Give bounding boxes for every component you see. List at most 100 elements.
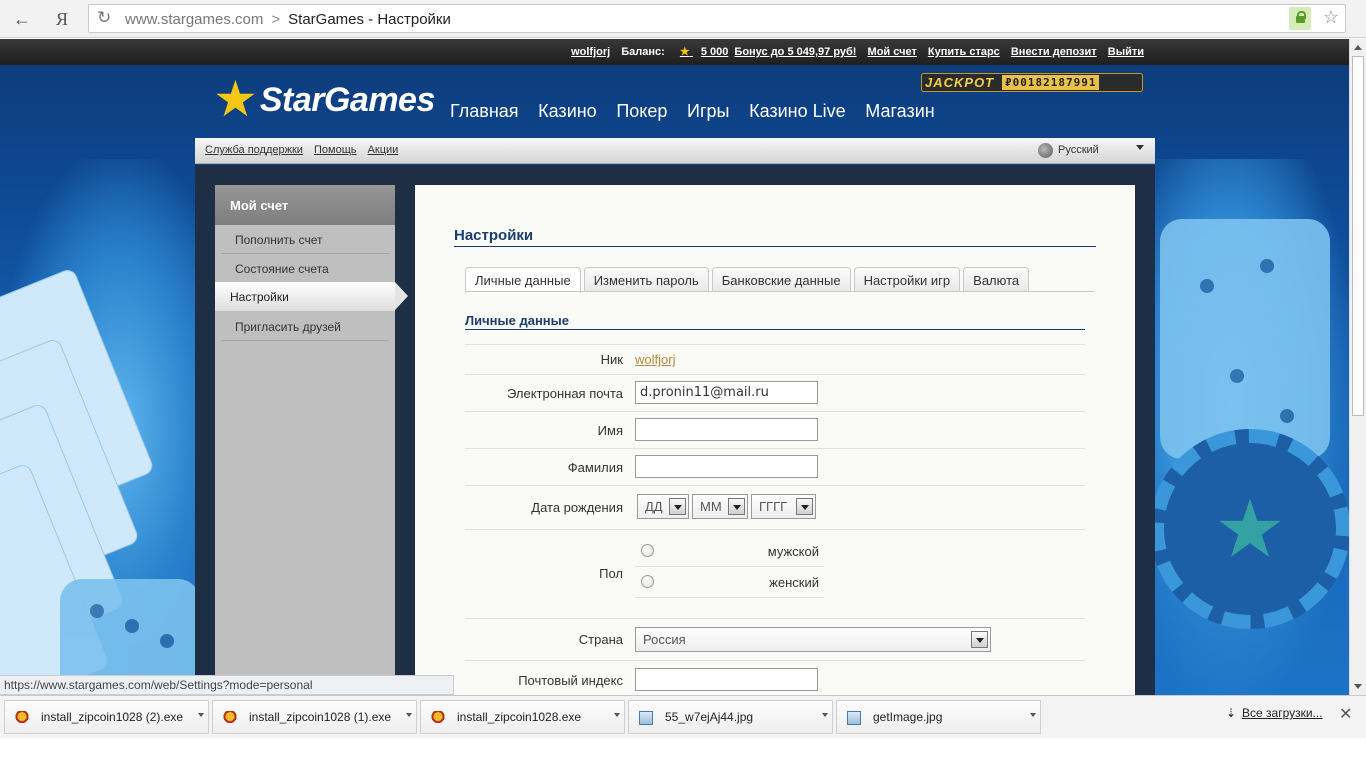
postal-code-field[interactable] — [635, 668, 818, 691]
logout-link[interactable]: Выйти — [1108, 46, 1144, 58]
bonus-link[interactable]: Бонус до 5 049,97 руб! — [734, 46, 856, 58]
stargames-logo[interactable]: ★StarGames — [213, 74, 435, 125]
main-nav: Главная Казино Покер Игры Казино Live Ма… — [450, 101, 951, 122]
buy-stars-link[interactable]: Купить старс — [928, 46, 1000, 58]
sidebar-item-settings[interactable]: Настройки — [215, 282, 408, 311]
country-select[interactable]: Россия — [635, 627, 991, 652]
site-viewport: A♠ A♣ A♥ A♦ ★ wolfjorj Баланс: ★ 5 000 Б… — [0, 39, 1349, 695]
chevron-down-icon[interactable] — [822, 713, 828, 717]
form-row-last-name: Фамилия — [465, 448, 1085, 485]
tab-personal-data[interactable]: Личные данные — [465, 267, 581, 293]
status-bar-url: https://www.stargames.com/web/Settings?m… — [0, 675, 454, 695]
sidebar-item-deposit[interactable]: Пополнить счет — [221, 225, 389, 254]
tabs-divider — [465, 291, 1095, 292]
balance-value[interactable]: ★ 5 000 — [672, 46, 728, 58]
chevron-down-icon[interactable] — [614, 713, 620, 717]
tab-bank-data[interactable]: Банковские данные — [711, 267, 851, 292]
scroll-down-icon[interactable] — [1354, 684, 1362, 689]
scroll-thumb[interactable] — [1352, 56, 1364, 416]
page-scrollbar[interactable] — [1349, 39, 1366, 695]
nav-casino-live[interactable]: Казино Live — [749, 101, 846, 121]
address-bar[interactable]: ↻ www.stargames.com > StarGames - Настройк… — [88, 4, 1346, 33]
scroll-up-icon[interactable] — [1354, 45, 1362, 50]
form-row-email: Электронная почта — [465, 374, 1085, 411]
jackpot-banner[interactable]: JACKPOT ₽00182187991 — [921, 73, 1143, 92]
form-row-gender: Пол мужской женский — [465, 529, 1085, 618]
downloads-bar: install_zipcoin1028 (2).exe install_zipc… — [0, 695, 1366, 738]
postal-code-label: Почтовый индекс — [518, 673, 623, 688]
promotions-link[interactable]: Акции — [368, 144, 399, 156]
tab-currency[interactable]: Валюта — [963, 267, 1030, 292]
stars-icon: ★ — [679, 46, 690, 58]
installer-icon — [223, 711, 237, 725]
nick-label: Ник — [600, 352, 623, 367]
download-item[interactable]: install_zipcoin1028.exe — [420, 700, 625, 734]
settings-panel: Настройки Личные данные Изменить пароль Ба… — [415, 185, 1135, 695]
all-downloads-link[interactable]: ⇣ Все загрузки... — [1226, 706, 1323, 720]
chevron-down-icon[interactable] — [198, 713, 204, 717]
country-label: Страна — [578, 632, 623, 647]
download-arrow-icon: ⇣ — [1226, 706, 1237, 720]
first-name-field[interactable] — [635, 418, 818, 441]
chevron-down-icon[interactable] — [1030, 713, 1036, 717]
last-name-field[interactable] — [635, 455, 818, 478]
sidebar-item-account-status[interactable]: Состояние счета — [221, 254, 389, 283]
nav-games[interactable]: Игры — [687, 101, 729, 121]
birthdate-label: Дата рождения — [531, 500, 623, 515]
radio-female[interactable] — [641, 575, 654, 588]
download-item[interactable]: install_zipcoin1028 (1).exe — [212, 700, 417, 734]
nick-value[interactable]: wolfjorj — [635, 352, 675, 367]
lock-icon[interactable] — [1289, 7, 1311, 30]
sub-bar: Служба поддержки Помощь Акции — [195, 138, 1155, 164]
sidebar-title: Мой счет — [215, 185, 395, 225]
globe-icon — [1038, 143, 1053, 158]
back-icon[interactable]: ← — [10, 7, 34, 31]
form-row-postal-code: Почтовый индекс — [465, 660, 1085, 695]
nav-shop[interactable]: Магазин — [865, 101, 934, 121]
birth-day-select[interactable]: ДД — [637, 494, 689, 519]
dice-art — [1160, 219, 1330, 459]
chevron-down-icon — [728, 498, 745, 515]
first-name-label: Имя — [597, 423, 623, 438]
form-row-first-name: Имя — [465, 411, 1085, 448]
image-file-icon — [847, 711, 861, 725]
poker-chip-art: ★ — [1150, 429, 1349, 629]
email-label: Электронная почта — [506, 386, 623, 401]
birth-month-select[interactable]: ММ — [692, 494, 748, 519]
nav-poker[interactable]: Покер — [616, 101, 667, 121]
browser-toolbar: ← Я ↻ www.stargames.com > StarGames - Наст… — [0, 0, 1366, 38]
form-row-country: Страна Россия — [465, 618, 1085, 660]
yandex-icon[interactable]: Я — [50, 7, 74, 31]
username-link[interactable]: wolfjorj — [571, 46, 610, 58]
bookmark-star-icon[interactable]: ☆ — [1323, 7, 1339, 28]
tab-change-password[interactable]: Изменить пароль — [583, 267, 709, 292]
birth-year-select[interactable]: ГГГГ — [751, 494, 816, 519]
language-selector[interactable]: Русский — [1038, 142, 1150, 160]
nav-casino[interactable]: Казино — [538, 101, 597, 121]
reload-icon[interactable]: ↻ — [97, 8, 111, 28]
account-bar: wolfjorj Баланс: ★ 5 000 Бонус до 5 049,… — [0, 39, 1349, 65]
chevron-down-icon[interactable] — [406, 713, 412, 717]
radio-male[interactable] — [641, 544, 654, 557]
my-account-link[interactable]: Мой счет — [868, 46, 917, 58]
download-item[interactable]: install_zipcoin1028 (2).exe — [4, 700, 209, 734]
last-name-label: Фамилия — [567, 460, 623, 475]
email-field[interactable] — [635, 381, 818, 404]
tab-game-settings[interactable]: Настройки игр — [853, 267, 961, 292]
help-link[interactable]: Помощь — [314, 144, 357, 156]
sidebar-item-invite-friends[interactable]: Пригласить друзей — [221, 312, 389, 341]
close-icon[interactable]: ✕ — [1339, 704, 1352, 724]
jackpot-counter: ₽00182187991 — [1002, 75, 1100, 90]
star-logo-icon: ★ — [213, 71, 258, 127]
download-item[interactable]: 55_w7ejAj44.jpg — [628, 700, 833, 734]
account-sidebar: Мой счет Пополнить счет Состояние счета … — [215, 185, 408, 695]
bottom-strip — [0, 738, 1366, 768]
image-file-icon — [639, 711, 653, 725]
deposit-link[interactable]: Внести депозит — [1011, 46, 1097, 58]
download-item[interactable]: getImage.jpg — [836, 700, 1041, 734]
gender-option-male[interactable]: мужской — [635, 536, 824, 567]
nav-home[interactable]: Главная — [450, 101, 519, 121]
balance-label: Баланс: — [621, 46, 665, 58]
gender-option-female[interactable]: женский — [635, 567, 824, 598]
support-link[interactable]: Служба поддержки — [205, 144, 303, 156]
